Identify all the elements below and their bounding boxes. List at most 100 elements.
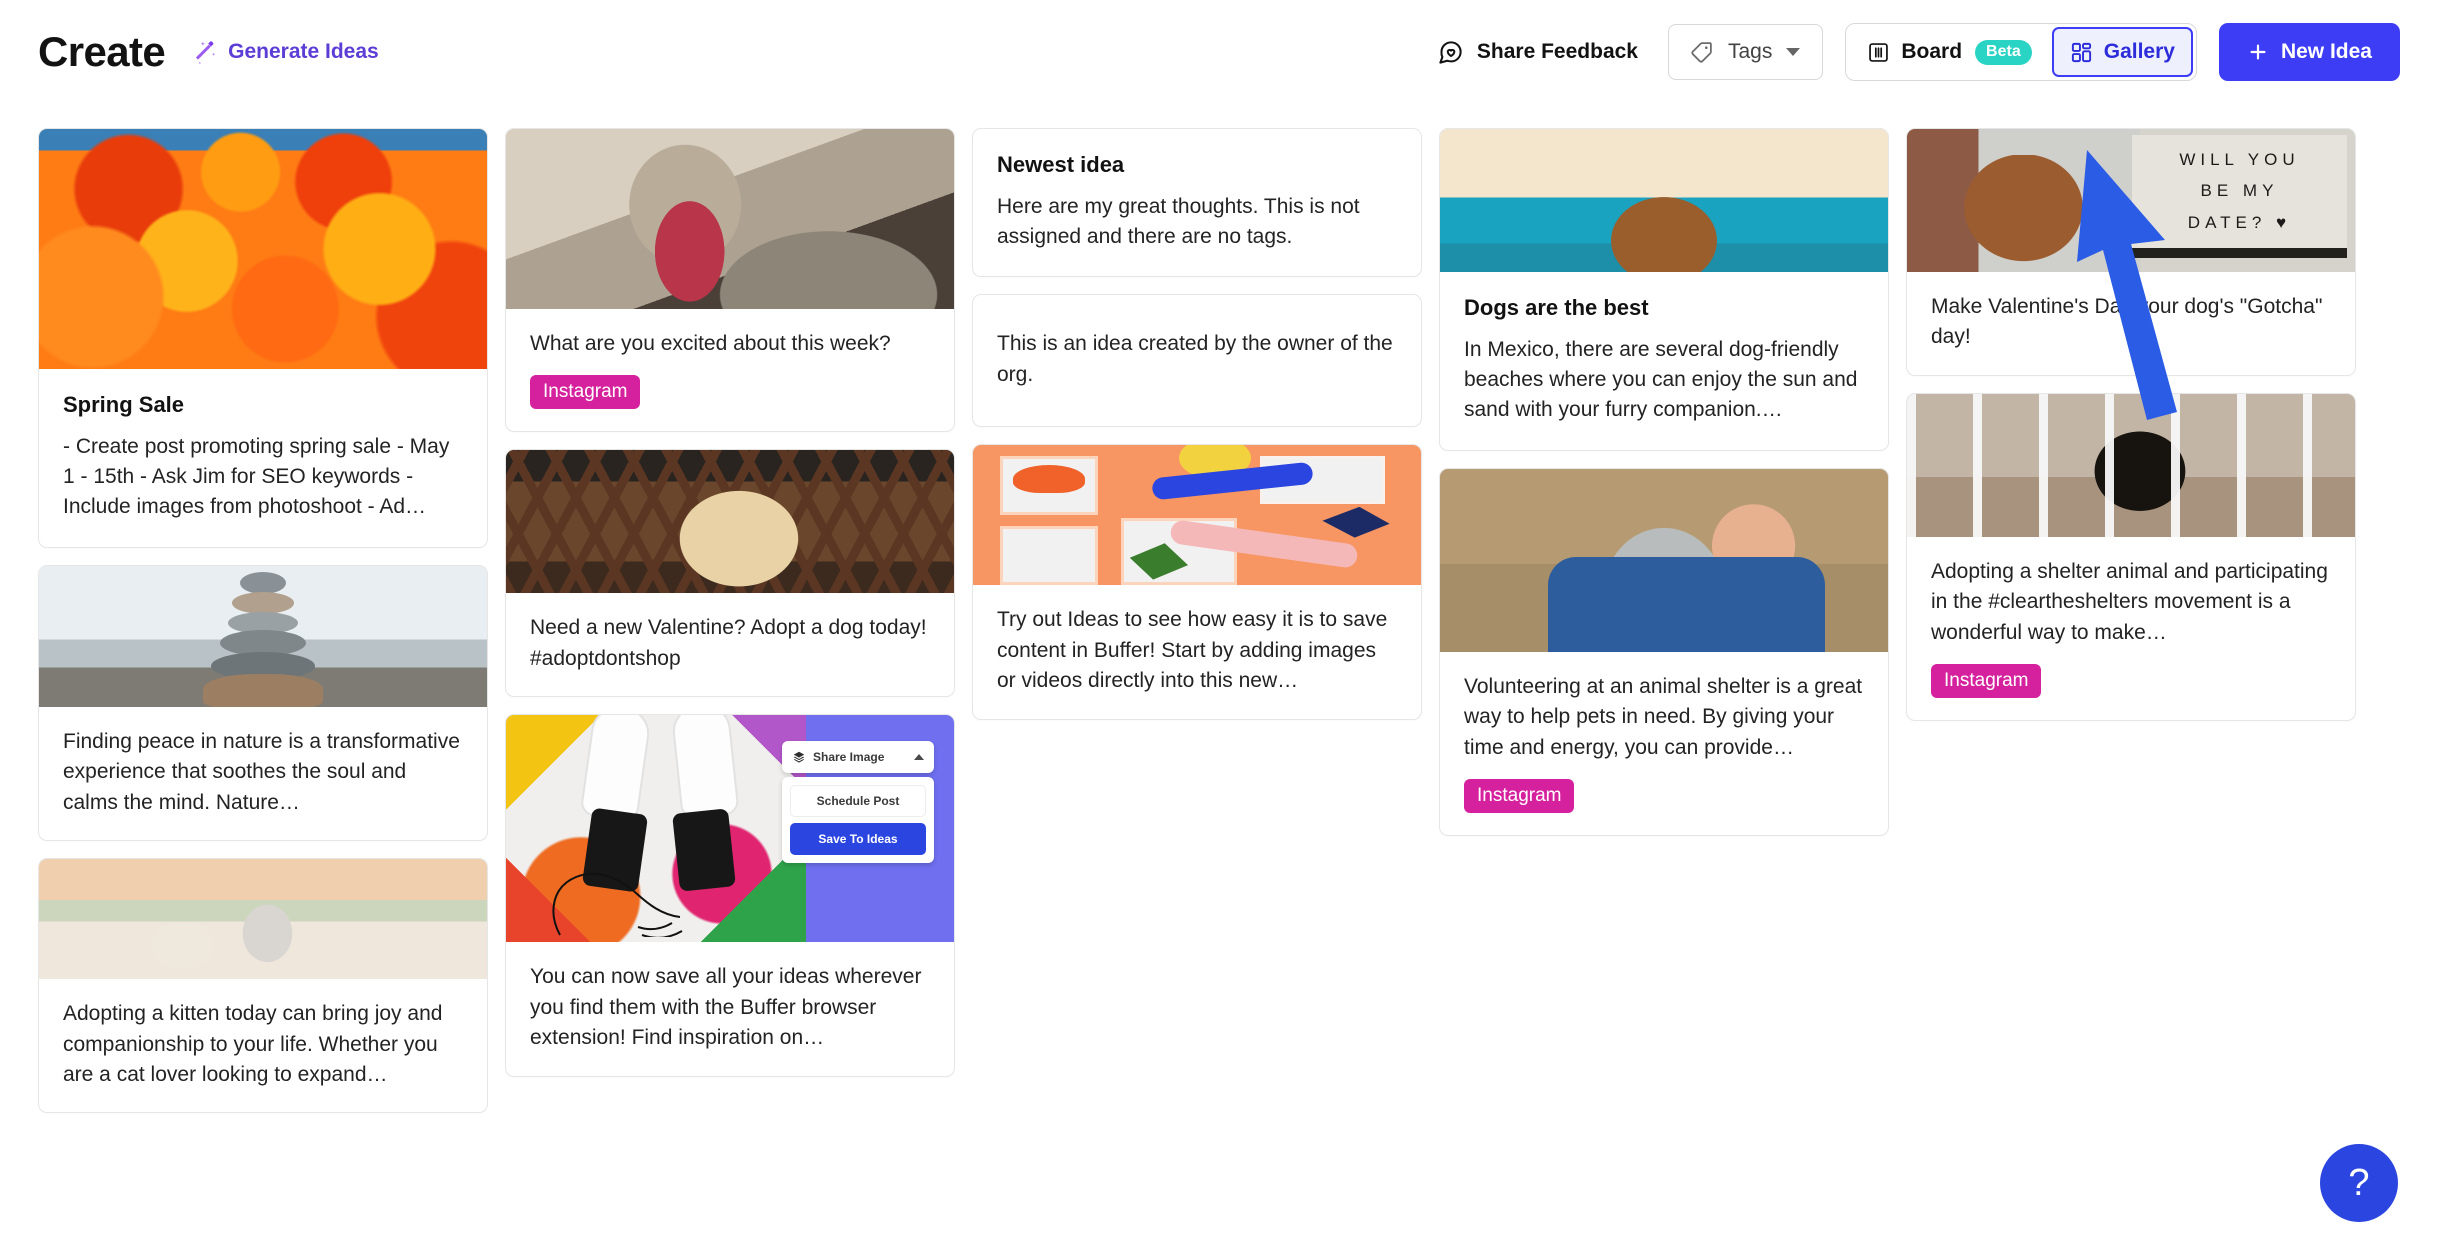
stack-layers-icon [792,750,806,764]
gallery-column-3: Newest idea Here are my great thoughts. … [972,128,1422,720]
sign-line-2: BE MY [2200,181,2279,201]
status-badge: Instagram [1931,664,2042,699]
idea-card-body: Newest idea Here are my great thoughts. … [973,129,1421,276]
gallery-grid-icon [2070,41,2093,64]
tag-icon [1689,40,1714,65]
idea-card[interactable]: Need a new Valentine? Adopt a dog today!… [505,449,955,698]
chevron-down-icon [1786,48,1801,56]
tulips-photo [39,129,487,369]
idea-card-text: Adopting a kitten today can bring joy an… [63,1002,443,1086]
idea-card-body: What are you excited about this week? In… [506,309,954,431]
gallery-column-1: Spring Sale - Create post promoting spri… [38,128,488,1114]
idea-card[interactable]: Spring Sale - Create post promoting spri… [38,128,488,548]
idea-card-body: Adopting a kitten today can bring joy an… [39,979,487,1112]
blue-shirt [1547,556,1826,652]
idea-card-body: This is an idea created by the owner of … [973,295,1421,426]
idea-card-body: Spring Sale - Create post promoting spri… [39,369,487,547]
idea-card-text: - Create post promoting spring sale - Ma… [63,434,450,519]
idea-card[interactable]: Adopting a kitten today can bring joy an… [38,858,488,1114]
idea-card[interactable]: This is an idea created by the owner of … [972,294,1422,428]
generate-ideas-label: Generate Ideas [228,40,379,63]
idea-card-body: Dogs are the best In Mexico, there are s… [1440,272,1888,450]
idea-card[interactable]: Adopting a shelter animal and participat… [1906,392,2356,722]
idea-card[interactable]: Share Image Schedule Post Save To Ideas … [505,714,955,1077]
tags-label: Tags [1728,40,1773,63]
chevron-up-icon [914,754,924,761]
sneakers-buffer-extension-photo: Share Image Schedule Post Save To Ideas [506,715,954,943]
idea-card[interactable]: Volunteering at an animal shelter is a g… [1439,467,1889,837]
right-sneaker [670,715,740,821]
dog-head [1920,154,2127,272]
page-title: Create [38,28,166,75]
stacked-stones-photo [39,565,487,707]
share-feedback-label: Share Feedback [1476,40,1638,63]
gallery-column-2: What are you excited about this week? In… [505,128,955,1077]
share-image-popover: Share Image Schedule Post Save To Ideas [782,741,934,864]
share-image-menu: Schedule Post Save To Ideas [782,777,934,864]
idea-card[interactable]: WILL YOU BE MY DATE? ♥ Make Valentine's … [1906,128,2356,376]
idea-card-text: Volunteering at an animal shelter is a g… [1464,674,1863,759]
idea-card[interactable]: What are you excited about this week? In… [505,128,955,433]
idea-card-text: What are you excited about this week? [530,332,891,355]
view-switch: Board Beta Gallery [1845,23,2197,81]
header-left-group: Create Generate Ideas [38,31,379,73]
help-button[interactable]: ? [2320,1144,2398,1222]
generate-ideas-button[interactable]: Generate Ideas [191,38,379,66]
save-to-ideas-menu-item[interactable]: Save To Ideas [790,823,926,856]
tab-board[interactable]: Board Beta [1849,27,2049,77]
schedule-post-menu-item[interactable]: Schedule Post [790,785,926,818]
valentine-dog-sign-photo: WILL YOU BE MY DATE? ♥ [1907,129,2355,272]
gallery-column-5: WILL YOU BE MY DATE? ♥ Make Valentine's … [1906,128,2356,722]
new-idea-label: New Idea [2280,40,2372,63]
idea-card-title: Dogs are the best [1464,295,1649,320]
sign-line-1: WILL YOU [2179,150,2300,170]
man-hugging-dog-photo [1440,468,1888,652]
hand-drawn-squiggle [552,872,683,937]
idea-card[interactable]: Finding peace in nature is a transformat… [38,564,488,842]
idea-card-body: Need a new Valentine? Adopt a dog today!… [506,593,954,696]
idea-card-body: You can now save all your ideas wherever… [506,942,954,1075]
new-idea-button[interactable]: New Idea [2218,23,2400,81]
illustration-tulip [1013,464,1085,493]
sign-line-3: DATE? ♥ [2187,212,2292,232]
idea-card-text: Try out Ideas to see how easy it is to s… [997,608,1388,693]
plus-icon [2247,41,2269,63]
cage-bars [1907,393,2355,537]
idea-card-body: Adopting a shelter animal and participat… [1907,537,2355,720]
buffer-illustration [973,445,1421,586]
ideas-gallery-board: Spring Sale - Create post promoting spri… [0,104,2438,1252]
app-header: Create Generate Ideas Share Feedback Tag… [0,0,2438,104]
idea-card-body: Finding peace in nature is a transformat… [39,707,487,840]
header-right-group: Share Feedback Tags Board Beta Gallery N… [1437,23,2400,81]
idea-card[interactable]: Dogs are the best In Mexico, there are s… [1439,128,1889,451]
idea-card-body: Make Valentine's Day your dog's "Gotcha"… [1907,272,2355,375]
board-icon [1867,41,1890,64]
tags-filter-button[interactable]: Tags [1668,24,1824,80]
illustration-dark-shape [1322,506,1390,538]
shelter-cat-photo [1907,393,2355,537]
feedback-heart-bubble-icon [1437,39,1464,66]
share-image-label: Share Image [813,750,885,765]
board-label: Board [1901,40,1963,63]
share-feedback-button[interactable]: Share Feedback [1437,39,1646,66]
beta-badge: Beta [1975,39,2032,65]
idea-card-title: Spring Sale [63,392,185,417]
idea-card-body: Volunteering at an animal shelter is a g… [1440,652,1888,835]
idea-card-text: Here are my great thoughts. This is not … [997,194,1360,248]
idea-card-text: You can now save all your ideas wherever… [530,965,922,1050]
dog-with-tulip-photo [506,450,954,594]
idea-card-text: Make Valentine's Day your dog's "Gotcha"… [1931,295,2323,349]
magic-wand-icon [191,38,219,66]
idea-card[interactable]: Newest idea Here are my great thoughts. … [972,128,1422,278]
idea-card-text: In Mexico, there are several dog-friendl… [1464,337,1858,422]
yawning-cat-photo [506,129,954,309]
share-image-header[interactable]: Share Image [782,741,934,774]
idea-card-text: Need a new Valentine? Adopt a dog today!… [530,616,927,670]
tab-gallery[interactable]: Gallery [2051,27,2193,77]
idea-card[interactable]: Try out Ideas to see how easy it is to s… [972,444,1422,720]
idea-card-text: Finding peace in nature is a transformat… [63,729,460,814]
status-badge: Instagram [530,375,641,410]
seaside-dog-photo [1440,129,1888,272]
kitten-on-bed-photo [39,859,487,980]
gallery-column-4: Dogs are the best In Mexico, there are s… [1439,128,1889,837]
